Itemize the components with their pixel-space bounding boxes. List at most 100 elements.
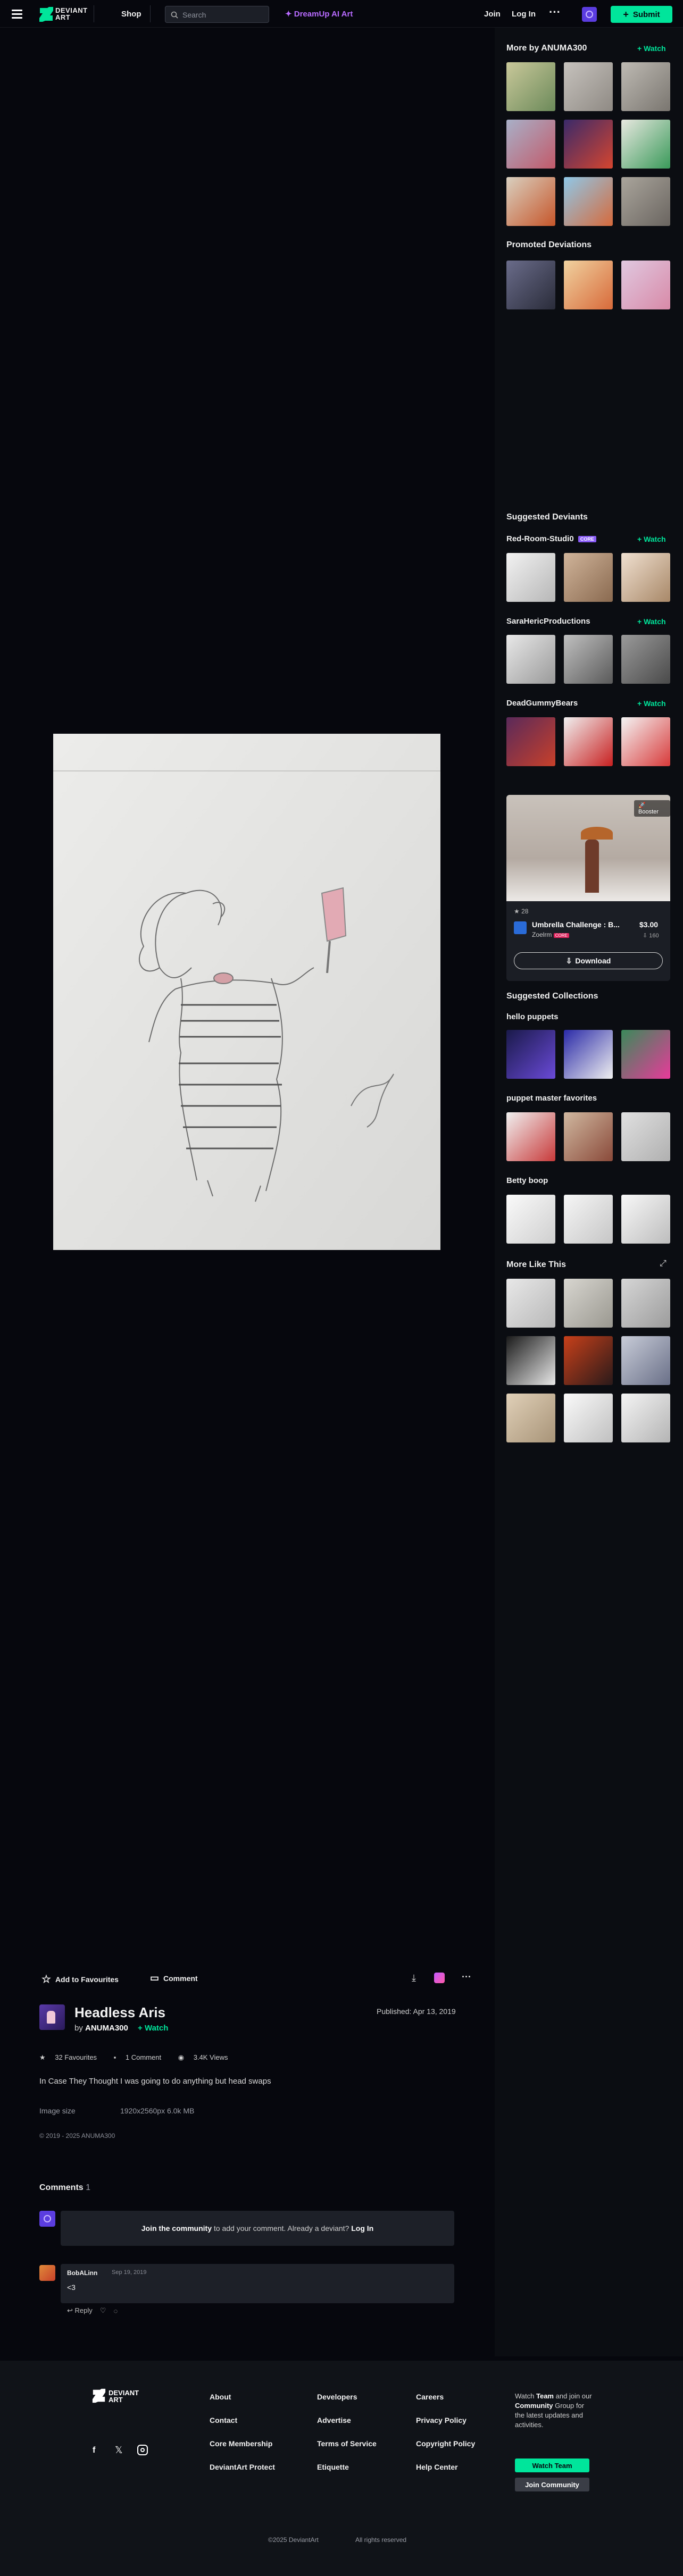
thumbnail[interactable] bbox=[506, 1195, 555, 1244]
menu-icon[interactable] bbox=[12, 7, 22, 21]
thumbnail[interactable] bbox=[506, 62, 555, 111]
artwork-image[interactable] bbox=[53, 734, 440, 1250]
x-icon[interactable]: 𝕏 bbox=[115, 2445, 123, 2456]
thumbnail[interactable] bbox=[506, 553, 555, 602]
thumbnail[interactable] bbox=[621, 1030, 670, 1079]
avatar[interactable] bbox=[582, 7, 597, 22]
footer-link[interactable]: DeviantArt Protect bbox=[210, 2463, 275, 2471]
collection-name[interactable]: Betty boop bbox=[506, 1176, 548, 1185]
footer-link[interactable]: Core Membership bbox=[210, 2439, 272, 2448]
reply-button[interactable]: ↩ Reply bbox=[67, 2306, 93, 2315]
add-to-favourites-button[interactable]: ☆ Add to Favourites bbox=[41, 1973, 119, 1986]
deviantart-logo-icon[interactable] bbox=[91, 2388, 106, 2403]
thumbnail[interactable] bbox=[621, 717, 670, 766]
thumbnail[interactable] bbox=[564, 62, 613, 111]
thumbnail[interactable] bbox=[506, 1336, 555, 1385]
thumbnail[interactable] bbox=[564, 635, 613, 684]
deviant-name[interactable]: SaraHericProductions bbox=[506, 617, 590, 626]
thumbnail[interactable] bbox=[621, 177, 670, 226]
thumbnail[interactable] bbox=[506, 1279, 555, 1328]
thumbnail[interactable] bbox=[564, 1195, 613, 1244]
author-link[interactable]: ANUMA300 bbox=[85, 2024, 128, 2033]
watch-team-button[interactable]: Watch Team bbox=[515, 2458, 589, 2472]
deviantart-logo-icon[interactable] bbox=[38, 6, 54, 22]
login-link[interactable]: Log In bbox=[351, 2224, 373, 2233]
footer-link[interactable]: Terms of Service bbox=[317, 2439, 377, 2448]
footer-link[interactable]: About bbox=[210, 2393, 231, 2401]
thumbnail[interactable] bbox=[564, 1336, 613, 1385]
footer-link[interactable]: Copyright Policy bbox=[416, 2439, 475, 2448]
watch-button[interactable]: + Watch bbox=[637, 617, 666, 626]
shop-link[interactable]: Shop bbox=[121, 10, 141, 19]
footer-link[interactable]: Advertise bbox=[317, 2416, 351, 2424]
thumbnail[interactable] bbox=[621, 1112, 670, 1161]
gift-icon[interactable] bbox=[434, 1973, 445, 1983]
thumbnail[interactable] bbox=[506, 177, 555, 226]
thumbnail[interactable] bbox=[506, 717, 555, 766]
author-avatar[interactable] bbox=[514, 921, 527, 934]
thumbnail[interactable] bbox=[621, 553, 670, 602]
watch-button[interactable]: + Watch bbox=[637, 535, 666, 543]
search-input[interactable]: Search bbox=[165, 6, 269, 23]
deviant-name[interactable]: Red-Room-Studi0 CORE bbox=[506, 534, 596, 543]
promo-card[interactable]: 🚀 Booster ★ 28 Umbrella Challenge : B...… bbox=[506, 795, 670, 981]
commenter-name[interactable]: BobALinn bbox=[67, 2269, 97, 2277]
instagram-icon[interactable] bbox=[137, 2445, 148, 2455]
thumbnail[interactable] bbox=[506, 261, 555, 309]
more-by-heading[interactable]: More by ANUMA300 bbox=[506, 44, 587, 53]
comment-date[interactable]: Sep 19, 2019 bbox=[112, 2269, 146, 2276]
logo-text[interactable]: DEVIANT ART bbox=[55, 7, 88, 21]
thumbnail[interactable] bbox=[621, 120, 670, 169]
footer-link[interactable]: Privacy Policy bbox=[416, 2416, 467, 2424]
thumbnail[interactable] bbox=[564, 120, 613, 169]
collection-name[interactable]: hello puppets bbox=[506, 1012, 559, 1021]
thumbnail[interactable] bbox=[564, 1030, 613, 1079]
footer-link[interactable]: Etiquette bbox=[317, 2463, 349, 2471]
thumbnail[interactable] bbox=[506, 1112, 555, 1161]
download-button[interactable]: ⇩ Download bbox=[514, 952, 663, 969]
thumbnail[interactable] bbox=[564, 1112, 613, 1161]
comment-icon[interactable]: ◌ bbox=[113, 2307, 118, 2315]
download-icon[interactable]: ⤓ bbox=[412, 1973, 416, 1983]
thumbnail[interactable] bbox=[506, 1030, 555, 1079]
footer-link[interactable]: Contact bbox=[210, 2416, 237, 2424]
expand-icon[interactable]: ⤢ bbox=[660, 1259, 667, 1269]
deviant-name[interactable]: DeadGummyBears bbox=[506, 699, 578, 708]
heart-icon[interactable]: ♡ bbox=[100, 2306, 106, 2315]
thumbnail[interactable] bbox=[621, 1336, 670, 1385]
thumbnail[interactable] bbox=[621, 62, 670, 111]
submit-button[interactable]: + Submit bbox=[611, 6, 672, 23]
thumbnail[interactable] bbox=[506, 120, 555, 169]
dreamup-link[interactable]: ✦ DreamUp AI Art bbox=[285, 9, 353, 19]
thumbnail[interactable] bbox=[506, 1394, 555, 1442]
thumbnail[interactable] bbox=[621, 261, 670, 309]
watch-button[interactable]: + Watch bbox=[138, 2024, 168, 2033]
login-link[interactable]: Log In bbox=[512, 10, 536, 19]
watch-button[interactable]: + Watch bbox=[637, 44, 666, 53]
thumbnail[interactable] bbox=[564, 1279, 613, 1328]
thumbnail[interactable] bbox=[621, 1394, 670, 1442]
thumbnail[interactable] bbox=[564, 177, 613, 226]
join-link[interactable]: Join bbox=[484, 10, 501, 19]
thumbnail[interactable] bbox=[564, 1394, 613, 1442]
footer-link[interactable]: Careers bbox=[416, 2393, 444, 2401]
facebook-icon[interactable]: f bbox=[93, 2446, 95, 2455]
comment-button[interactable]: ▭ Comment bbox=[150, 1973, 198, 1984]
thumbnail[interactable] bbox=[621, 1279, 670, 1328]
promo-title[interactable]: Umbrella Challenge : B... bbox=[532, 920, 620, 929]
footer-link[interactable]: Help Center bbox=[416, 2463, 458, 2471]
thumbnail[interactable] bbox=[621, 635, 670, 684]
watch-button[interactable]: + Watch bbox=[637, 699, 666, 708]
thumbnail[interactable] bbox=[564, 553, 613, 602]
more-menu-icon[interactable]: ··· bbox=[549, 5, 561, 19]
thumbnail[interactable] bbox=[564, 717, 613, 766]
footer-link[interactable]: Developers bbox=[317, 2393, 357, 2401]
more-options-icon[interactable]: ··· bbox=[462, 1971, 471, 1982]
commenter-avatar[interactable] bbox=[39, 2265, 55, 2281]
join-community-button[interactable]: Join Community bbox=[515, 2478, 589, 2491]
join-community-prompt[interactable]: Join the community to add your comment. … bbox=[61, 2211, 454, 2246]
author-avatar[interactable] bbox=[39, 2004, 65, 2030]
thumbnail[interactable] bbox=[564, 261, 613, 309]
thumbnail[interactable] bbox=[621, 1195, 670, 1244]
footer-logo-text[interactable]: DEVIANT ART bbox=[109, 2389, 139, 2403]
